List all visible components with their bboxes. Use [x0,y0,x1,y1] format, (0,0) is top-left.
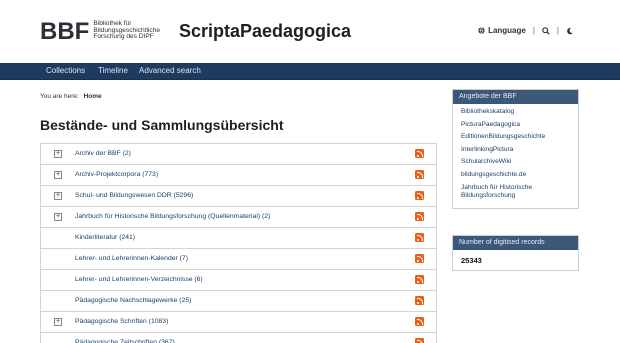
offer-link[interactable]: PicturaPaedagogica [461,121,570,129]
rss-icon[interactable] [415,149,424,158]
offers-list: Bibliothekskatalog PicturaPaedagogica Edit… [453,104,578,208]
collection-row: + Archiv der BBF (2) [41,144,436,165]
rss-icon[interactable] [415,170,424,179]
offers-title: Angebote der BBF [453,90,578,104]
collection-row: Pädagogische Zeitschriften (367) [41,333,436,343]
expand-toggle-icon[interactable]: + [54,213,62,221]
separator: | [532,26,535,35]
header-tools: Language | | [478,26,574,35]
collection-list: + Archiv der BBF (2) + Archiv-Projektcorpor… [40,143,437,343]
collection-row: + Jahrbuch für Historische Bildungsforsch… [41,207,436,228]
nav-collections[interactable]: Collections [46,66,85,75]
offer-link[interactable]: bildungsgeschichte.de [461,171,570,179]
globe-icon [478,27,485,34]
offer-link[interactable]: SchularchiveWiki [461,158,570,166]
breadcrumb-home[interactable]: Home [84,93,102,100]
main-navbar: Collections Timeline Advanced search [0,63,620,80]
site-header: BBF Bibliothek für Bildungsgeschichtlich… [0,0,620,63]
rss-icon[interactable] [415,296,424,305]
page-title: Bestände- und Sammlungsübersicht [40,117,284,133]
logo-line-3: Forschung des DIPF [93,33,154,41]
collection-row: Kinderliteratur (241) [41,228,436,249]
collection-row: Lehrer- und Lehrerinnen-Kalender (7) [41,249,436,270]
bbf-logo[interactable]: BBF Bibliothek für Bildungsgeschichtlich… [40,18,173,45]
rss-icon[interactable] [415,254,424,263]
expand-toggle-icon[interactable]: + [54,318,62,326]
search-icon[interactable] [542,26,550,35]
moon-icon[interactable] [566,27,574,35]
language-label: Language [488,26,526,35]
collection-row: + Pädagogische Schriften (1083) [41,312,436,333]
collection-link[interactable]: Pädagogische Schriften (1083) [75,318,168,325]
collection-link[interactable]: Jahrbuch für Historische Bildungsforschu… [75,213,270,220]
rss-icon[interactable] [415,275,424,284]
collection-link[interactable]: Archiv der BBF (2) [75,150,131,157]
rss-icon[interactable] [415,317,424,326]
offer-link[interactable]: InterlinkingPictura [461,146,570,154]
collection-link[interactable]: Schul- und Bildungswesen DDR (5296) [75,192,193,199]
collection-link[interactable]: Kinderliteratur (241) [75,234,135,241]
breadcrumb: You are here: Home [40,93,102,100]
expand-toggle-icon[interactable]: + [54,150,62,158]
collection-link[interactable]: Archiv-Projektcorpora (773) [75,171,158,178]
logo-mark: BBF [40,18,90,45]
rss-icon[interactable] [415,191,424,200]
nav-advanced-search[interactable]: Advanced search [139,66,201,75]
breadcrumb-prefix: You are here: [40,93,79,100]
expand-toggle-icon[interactable]: + [54,171,62,179]
collection-link[interactable]: Lehrer- und Lehrerinnen-Kalender (7) [75,255,188,262]
separator: | [556,26,559,35]
expand-toggle-icon[interactable]: + [54,192,62,200]
site-title[interactable]: ScriptaPaedagogica [179,21,351,42]
logo-text: Bibliothek für Bildungsgeschichtliche Fo… [93,20,173,41]
collection-link[interactable]: Pädagogische Nachschlagewerke (25) [75,297,191,304]
offer-link[interactable]: EditionenBildungsgeschichte [461,133,570,141]
offers-panel: Angebote der BBF Bibliothekskatalog Pictu… [452,89,579,210]
collection-row: Pädagogische Nachschlagewerke (25) [41,291,436,312]
rss-icon[interactable] [415,233,424,242]
rss-icon[interactable] [415,212,424,221]
rss-icon[interactable] [415,338,424,343]
offer-link[interactable]: Bibliothekskatalog [461,108,570,116]
collection-row: Lehrer- und Lehrerinnen-Verzeichnisse (6… [41,270,436,291]
collection-row: + Archiv-Projektcorpora (773) [41,165,436,186]
language-button[interactable]: Language [478,26,526,35]
collection-link[interactable]: Pädagogische Zeitschriften (367) [75,339,175,343]
records-panel: Number of digitised records 25343 [452,235,579,271]
collection-link[interactable]: Lehrer- und Lehrerinnen-Verzeichnisse (6… [75,276,203,283]
collection-row: + Schul- und Bildungswesen DDR (5296) [41,186,436,207]
offer-link[interactable]: Jahrbuch für Historische Bildungsforschu… [461,184,570,200]
nav-timeline[interactable]: Timeline [98,66,128,75]
records-count: 25343 [461,256,482,265]
records-title: Number of digitised records [453,236,578,250]
